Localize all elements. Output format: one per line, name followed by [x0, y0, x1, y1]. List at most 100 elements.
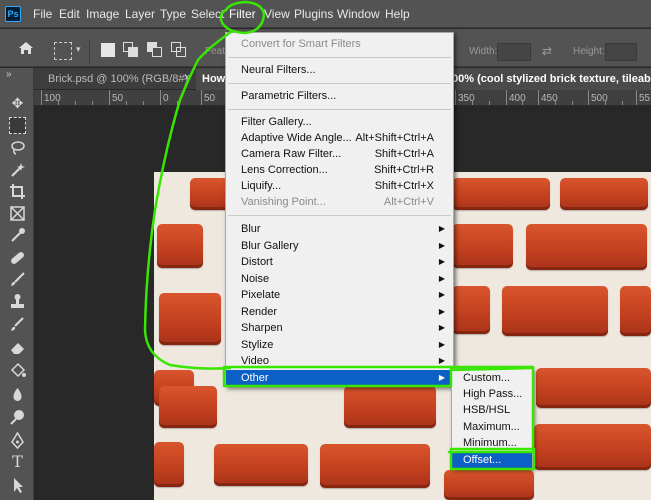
- marquee-option-icon[interactable]: [54, 42, 72, 60]
- submenu-arrow-icon: ▶: [438, 373, 445, 382]
- ruler-label: 0: [163, 93, 169, 104]
- menu-image[interactable]: Image: [86, 7, 119, 21]
- lasso-icon[interactable]: [9, 139, 26, 156]
- dodge-icon[interactable]: [9, 409, 26, 426]
- submenu-item-custom[interactable]: Custom...: [452, 370, 532, 386]
- menu-separator: [228, 109, 451, 110]
- menu-item-lens-correction[interactable]: Lens Correction... Shift+Ctrl+R: [226, 162, 453, 178]
- brick: [452, 178, 550, 210]
- width-field[interactable]: [497, 43, 531, 61]
- menu-file[interactable]: File: [33, 7, 52, 21]
- menu-item-blur[interactable]: Blur ▶: [226, 221, 453, 237]
- magic-wand-icon[interactable]: [9, 161, 26, 178]
- divider: [89, 41, 90, 63]
- submenu-arrow-icon: ▶: [438, 224, 445, 233]
- menu-item-parametric-filters[interactable]: Parametric Filters...: [226, 88, 453, 104]
- ruler-label: 55: [639, 93, 651, 104]
- brick: [214, 444, 308, 486]
- brick: [452, 286, 490, 334]
- blur-icon[interactable]: [9, 386, 26, 403]
- eraser-icon[interactable]: [9, 339, 26, 356]
- healing-brush-icon[interactable]: [9, 249, 26, 266]
- menu-separator: [228, 57, 451, 58]
- brick: [444, 470, 534, 500]
- pen-icon[interactable]: [9, 431, 26, 450]
- menu-item-blur-gallery[interactable]: Blur Gallery ▶: [226, 238, 453, 254]
- height-label: Height:: [573, 46, 605, 57]
- brick: [560, 178, 648, 210]
- menu-item-camera-raw-filter[interactable]: Camera Raw Filter... Shift+Ctrl+A: [226, 146, 453, 162]
- menu-plugins[interactable]: Plugins: [294, 7, 333, 21]
- menu-separator: [228, 83, 451, 84]
- menu-item-render[interactable]: Render ▶: [226, 304, 453, 320]
- menu-item-noise[interactable]: Noise ▶: [226, 271, 453, 287]
- home-icon[interactable]: [18, 41, 34, 55]
- menu-bar: Ps File Edit Image Layer Type Select Fil…: [0, 0, 651, 28]
- clone-stamp-icon[interactable]: [9, 293, 26, 310]
- menu-item-adaptive-wide-angle[interactable]: Adaptive Wide Angle... Alt+Shift+Ctrl+A: [226, 130, 453, 146]
- menu-item-filter-gallery[interactable]: Filter Gallery...: [226, 114, 453, 130]
- filter-menu-dropdown: Convert for Smart Filters Neural Filters…: [225, 32, 454, 387]
- other-submenu: Custom... High Pass... HSB/HSL Maximum..…: [451, 368, 533, 469]
- menu-window[interactable]: Window: [337, 7, 380, 21]
- menu-item-stylize[interactable]: Stylize ▶: [226, 337, 453, 353]
- brick: [157, 224, 203, 268]
- brick: [620, 286, 651, 336]
- intersect-selection-icon[interactable]: [171, 42, 187, 58]
- submenu-item-minimum[interactable]: Minimum...: [452, 435, 532, 451]
- submenu-item-hsb-hsl[interactable]: HSB/HSL: [452, 402, 532, 418]
- close-icon[interactable]: ×: [184, 72, 190, 84]
- path-select-icon[interactable]: [9, 477, 26, 494]
- submenu-item-offset[interactable]: Offset...: [452, 452, 532, 468]
- menu-type[interactable]: Type: [160, 7, 186, 21]
- menu-select[interactable]: Select: [191, 7, 225, 21]
- menu-help[interactable]: Help: [385, 7, 410, 21]
- submenu-item-high-pass[interactable]: High Pass...: [452, 386, 532, 402]
- menu-item-video[interactable]: Video ▶: [226, 353, 453, 369]
- subtract-selection-icon[interactable]: [147, 42, 163, 58]
- menu-item-liquify[interactable]: Liquify... Shift+Ctrl+X: [226, 178, 453, 194]
- brush-icon[interactable]: [9, 271, 26, 288]
- crop-icon[interactable]: [9, 183, 26, 200]
- menu-item-label: Render: [241, 306, 278, 318]
- eyedropper-icon[interactable]: [9, 227, 26, 244]
- brick: [534, 424, 651, 470]
- width-label: Width:: [469, 46, 498, 57]
- move-icon[interactable]: ✥: [9, 95, 26, 112]
- collapse-panel-icon[interactable]: »: [6, 69, 12, 80]
- menu-item-shortcut: Shift+Ctrl+A: [374, 148, 434, 160]
- paint-bucket-icon[interactable]: [9, 362, 26, 379]
- submenu-arrow-icon: ▶: [438, 241, 445, 250]
- menu-item-pixelate[interactable]: Pixelate ▶: [226, 287, 453, 303]
- menu-item-label: Lens Correction...: [241, 164, 328, 176]
- ruler-label: 50: [112, 93, 124, 104]
- menu-item-neural-filters[interactable]: Neural Filters...: [226, 62, 453, 78]
- height-field[interactable]: [605, 43, 637, 61]
- submenu-arrow-icon: ▶: [438, 290, 445, 299]
- menu-view[interactable]: View: [264, 7, 290, 21]
- new-selection-icon[interactable]: [101, 43, 115, 57]
- menu-item-other[interactable]: Other ▶: [226, 370, 453, 386]
- chevron-down-icon[interactable]: ▾: [76, 44, 81, 55]
- submenu-arrow-icon: ▶: [438, 274, 445, 283]
- menu-item-sharpen[interactable]: Sharpen ▶: [226, 320, 453, 336]
- tab-active-document[interactable]: 00% (cool stylized brick texture, tileab…: [446, 68, 651, 90]
- menu-item-label: Other: [241, 372, 269, 384]
- menu-filter[interactable]: Filter: [229, 7, 256, 21]
- brick: [159, 293, 221, 345]
- frame-icon[interactable]: [9, 205, 26, 222]
- menu-edit[interactable]: Edit: [59, 7, 80, 21]
- type-icon[interactable]: T: [9, 453, 26, 470]
- menu-layer[interactable]: Layer: [125, 7, 155, 21]
- swap-dimensions-icon[interactable]: ⇄: [542, 44, 552, 58]
- menu-item-convert-for-smart-filters[interactable]: Convert for Smart Filters: [226, 36, 453, 52]
- submenu-item-maximum[interactable]: Maximum...: [452, 419, 532, 435]
- history-brush-icon[interactable]: [9, 315, 26, 332]
- submenu-arrow-icon: ▶: [438, 340, 445, 349]
- tab-brick-psd[interactable]: Brick.psd @ 100% (RGB/8#) ×: [38, 68, 196, 90]
- marquee-icon[interactable]: [9, 117, 26, 134]
- menu-item-distort[interactable]: Distort ▶: [226, 254, 453, 270]
- menu-item-vanishing-point[interactable]: Vanishing Point... Alt+Ctrl+V: [226, 194, 453, 210]
- add-selection-icon[interactable]: [123, 42, 139, 58]
- menu-item-label: Stylize: [241, 339, 274, 351]
